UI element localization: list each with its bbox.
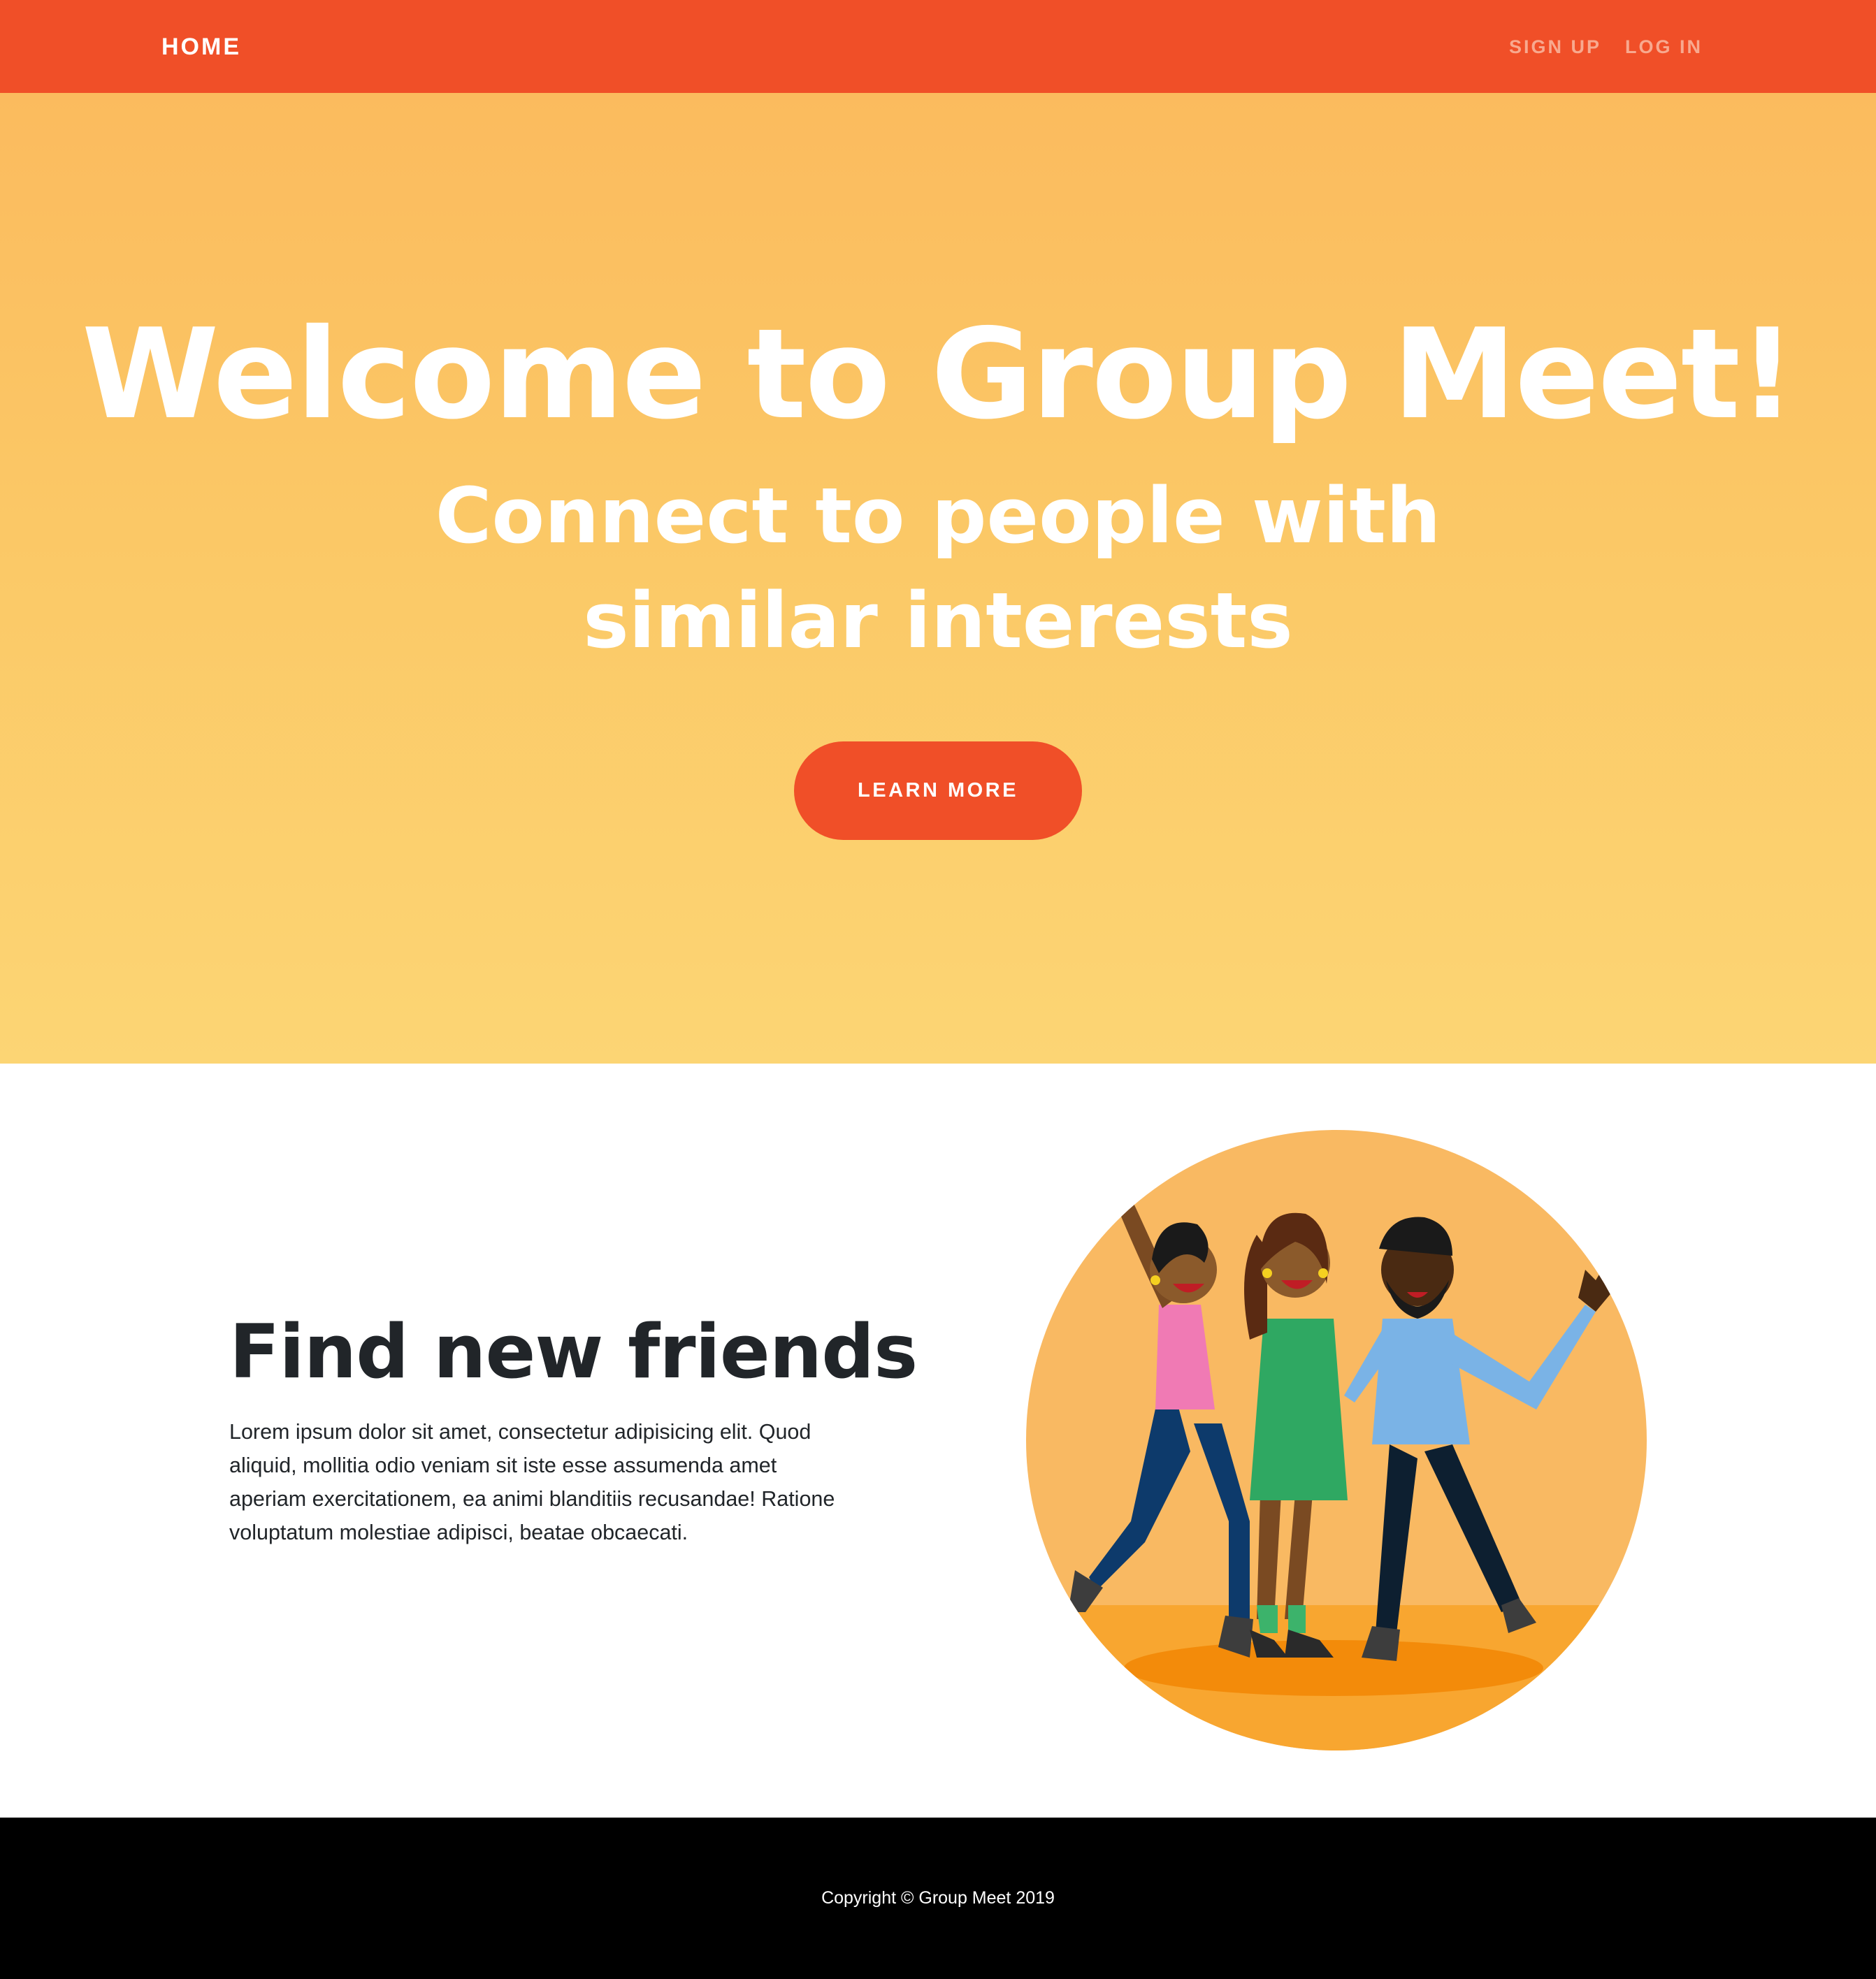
page-footer: Copyright © Group Meet 2019 bbox=[0, 1818, 1876, 1979]
nav-right-links: SIGN UP LOG IN bbox=[1509, 29, 1703, 64]
copyright-text: Copyright © Group Meet 2019 bbox=[821, 1888, 1055, 1908]
nav-sign-up-link[interactable]: SIGN UP bbox=[1509, 29, 1601, 64]
feature-text: Lorem ipsum dolor sit amet, consectetur … bbox=[229, 1420, 835, 1544]
friends-illustration bbox=[1026, 1130, 1647, 1750]
nav-log-in-link[interactable]: LOG IN bbox=[1625, 29, 1703, 64]
top-navbar: HOME SIGN UP LOG IN bbox=[0, 0, 1876, 93]
nav-home-link[interactable]: HOME bbox=[161, 29, 241, 64]
feature-heading: Find new friends bbox=[229, 1309, 918, 1395]
learn-more-button[interactable]: LEARN MORE bbox=[794, 741, 1082, 840]
hero-subtitle: Connect to people with similar interests bbox=[435, 471, 1441, 665]
hero-section: Welcome to Group Meet! Connect to people… bbox=[0, 93, 1876, 1064]
hero-title: Welcome to Group Meet! bbox=[81, 302, 1796, 447]
